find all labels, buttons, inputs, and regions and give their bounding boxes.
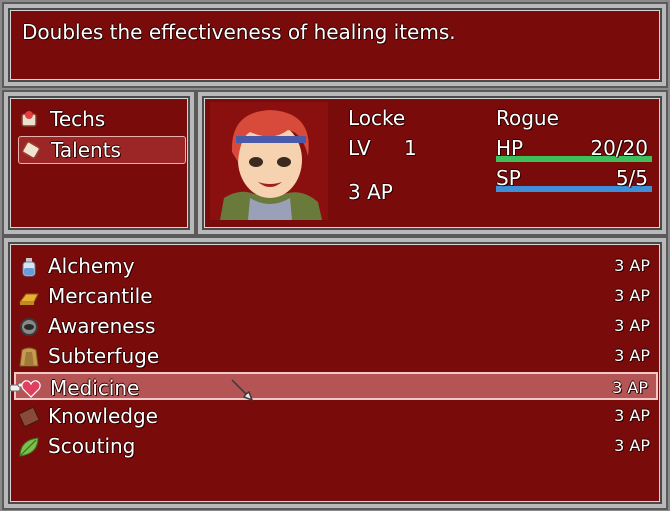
cloak-icon	[19, 347, 39, 367]
talent-row-medicine[interactable]: Medicine 3 AP	[10, 372, 658, 400]
help-window: Doubles the effectiveness of healing ite…	[2, 2, 668, 88]
mouse-cursor-icon	[231, 379, 254, 402]
hp-value: 20/20	[590, 136, 648, 160]
level-value: 1	[404, 136, 417, 160]
talent-name: Alchemy	[48, 254, 135, 278]
techs-book-icon	[21, 111, 37, 127]
talent-row-awareness[interactable]: Awareness 3 AP	[14, 312, 658, 340]
book-icon	[18, 407, 40, 427]
sp-label: SP	[496, 166, 521, 190]
talent-name: Knowledge	[48, 404, 158, 428]
talent-cost: 3 AP	[614, 436, 650, 455]
talent-row-scouting[interactable]: Scouting 3 AP	[14, 432, 658, 460]
talent-name: Medicine	[50, 376, 140, 400]
talent-name: Mercantile	[48, 284, 153, 308]
sp-value: 5/5	[615, 166, 648, 190]
eye-ring-icon	[20, 318, 38, 336]
talent-row-mercantile[interactable]: Mercantile 3 AP	[14, 282, 658, 310]
talent-cost: 3 AP	[614, 286, 650, 305]
talent-list-window: Alchemy 3 AP Mercantile 3 AP Awareness 3…	[2, 236, 668, 510]
gold-bar-icon	[19, 293, 39, 305]
talent-cost: 3 AP	[612, 378, 648, 397]
talent-cost: 3 AP	[614, 346, 650, 365]
status-window: Locke LV 1 3 AP Rogue HP 20/20 SP 5/5	[196, 90, 668, 236]
command-label: Talents	[51, 138, 121, 162]
command-talents[interactable]: Talents	[18, 136, 186, 164]
talent-cost: 3 AP	[614, 256, 650, 275]
talent-row-subterfuge[interactable]: Subterfuge 3 AP	[14, 342, 658, 370]
actor-portrait	[210, 102, 328, 220]
locke-face-image	[210, 102, 328, 220]
talent-row-alchemy[interactable]: Alchemy 3 AP	[14, 252, 658, 280]
actor-name: Locke	[348, 106, 406, 130]
talent-cost: 3 AP	[614, 316, 650, 335]
heart-icon	[21, 380, 41, 398]
help-text: Doubles the effectiveness of healing ite…	[22, 20, 456, 44]
command-window: Techs Talents	[2, 90, 196, 236]
talent-name: Scouting	[48, 434, 136, 458]
talents-scroll-icon	[21, 141, 41, 159]
level-label: LV	[348, 136, 371, 160]
talent-name: Subterfuge	[48, 344, 160, 368]
actor-class: Rogue	[496, 106, 559, 130]
talent-name: Awareness	[48, 314, 156, 338]
talent-cost: 3 AP	[614, 406, 650, 425]
potion-bottle-icon	[22, 258, 36, 277]
command-label: Techs	[50, 107, 106, 131]
hp-label: HP	[496, 136, 524, 160]
talent-row-knowledge[interactable]: Knowledge 3 AP	[14, 402, 658, 430]
leaf-icon	[19, 437, 39, 457]
command-techs[interactable]: Techs	[18, 106, 184, 132]
actor-ap: 3 AP	[348, 180, 393, 204]
